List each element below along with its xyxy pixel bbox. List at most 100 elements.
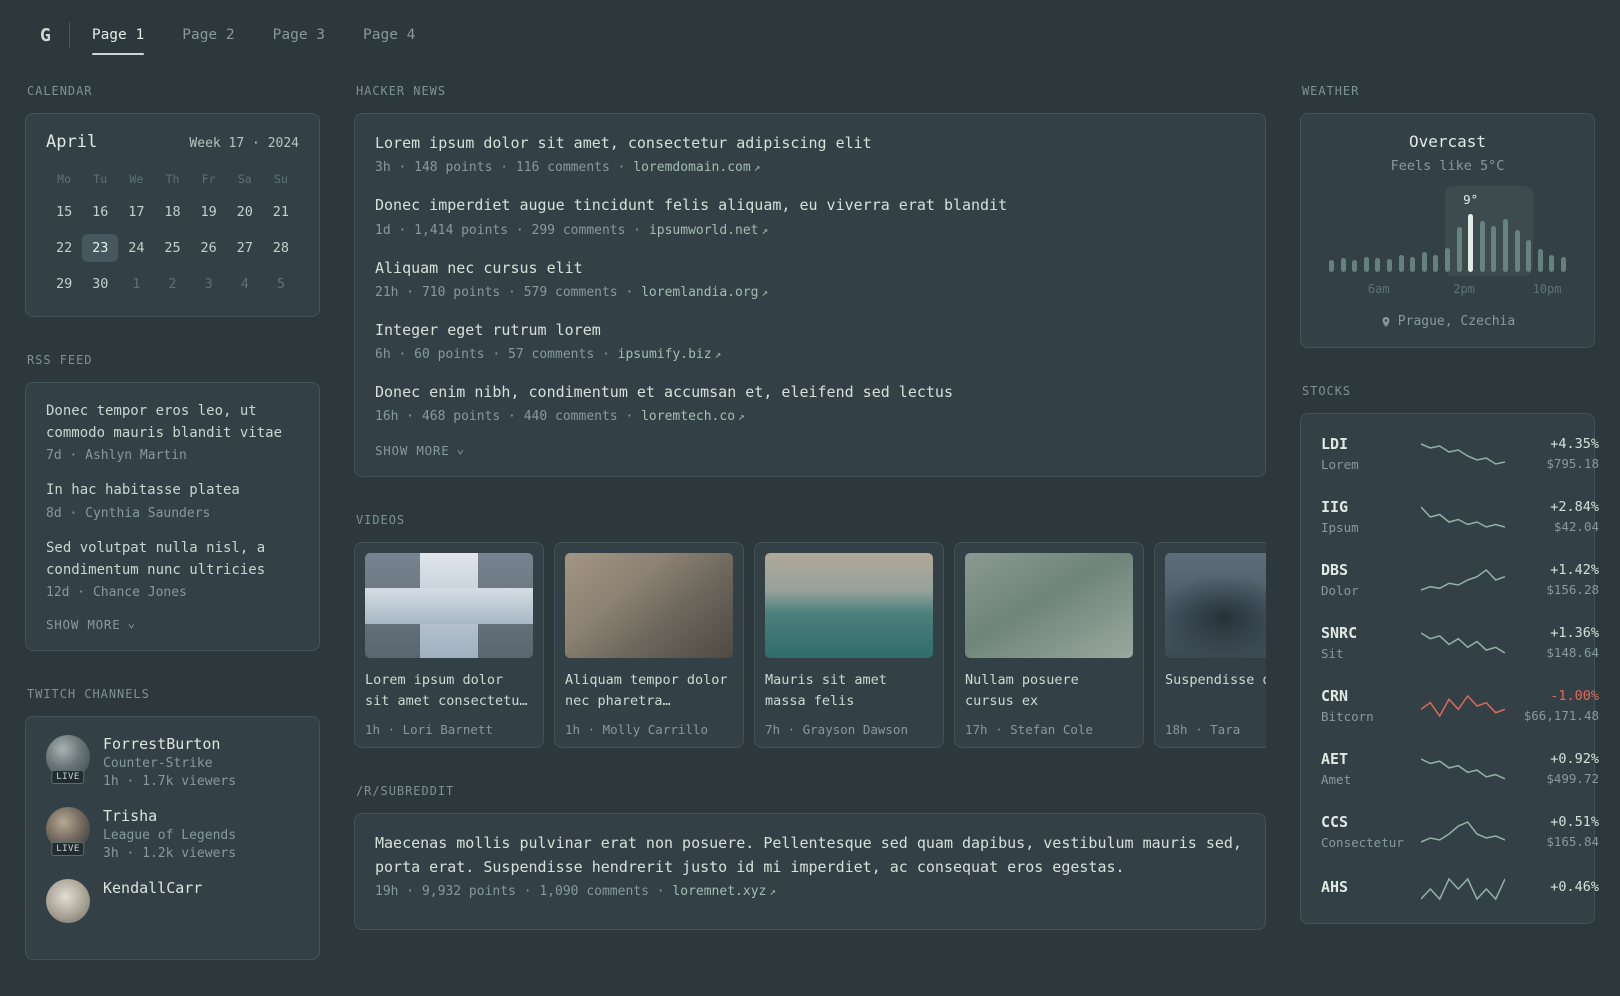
stock-ticker[interactable]: CRN — [1321, 687, 1413, 705]
twitch-channel-row[interactable]: LIVE ForrestBurton Counter-Strike 1h · 1… — [46, 735, 299, 789]
right-column: WEATHER Overcast Feels like 5°C 9° 6am 2… — [1300, 84, 1599, 996]
stock-values: -1.00% $66,171.48 — [1513, 688, 1599, 723]
video-card[interactable]: Suspendisse diam 18h · Tara — [1154, 542, 1266, 749]
stock-price: $156.28 — [1546, 582, 1599, 597]
video-thumbnail[interactable] — [565, 553, 733, 659]
tab-page-2[interactable]: Page 2 — [182, 27, 234, 43]
reddit-domain-link[interactable]: loremnet.xyz — [672, 884, 766, 899]
hacker-news-show-more-button[interactable]: SHOW MORE ⌄ — [375, 443, 1245, 458]
news-title[interactable]: Lorem ipsum dolor sit amet, consectetur … — [375, 132, 1245, 155]
video-thumbnail[interactable] — [765, 553, 933, 659]
weather-card: Overcast Feels like 5°C 9° 6am 2pm 10pm … — [1300, 113, 1595, 348]
stock-info: DBS Dolor — [1321, 561, 1413, 598]
stock-change: +0.92% — [1550, 751, 1599, 767]
stock-row[interactable]: SNRC Sit +1.36% $148.64 — [1319, 611, 1599, 674]
stock-row[interactable]: DBS Dolor +1.42% $156.28 — [1319, 548, 1599, 611]
video-card[interactable]: Lorem ipsum dolor sit amet consectetu… 1… — [354, 542, 544, 749]
twitch-card: LIVE ForrestBurton Counter-Strike 1h · 1… — [25, 716, 320, 961]
app-logo[interactable]: G — [40, 25, 51, 46]
video-card[interactable]: Aliquam tempor dolor nec pharetra… 1h · … — [554, 542, 744, 749]
tab-page-4[interactable]: Page 4 — [363, 27, 415, 43]
video-title[interactable]: Nullam posuere cursus ex — [965, 670, 1133, 712]
stock-ticker[interactable]: LDI — [1321, 435, 1413, 453]
tab-page-1[interactable]: Page 1 — [91, 27, 145, 55]
calendar-dow: Su — [273, 172, 288, 186]
stock-row[interactable]: CRN Bitcorn -1.00% $66,171.48 — [1319, 674, 1599, 737]
stock-values: +2.84% $42.04 — [1513, 499, 1599, 534]
twitch-widget: TWITCH CHANNELS LIVE ForrestBurton Count… — [25, 687, 320, 961]
rss-item: In hac habitasse platea 8d · Cynthia Sau… — [46, 480, 299, 521]
stock-row[interactable]: AHS +0.46% — [1319, 863, 1599, 915]
stock-change: +1.36% — [1550, 625, 1599, 641]
rss-show-more-button[interactable]: SHOW MORE ⌄ — [46, 617, 299, 632]
stock-ticker[interactable]: DBS — [1321, 561, 1413, 579]
news-domain-link[interactable]: loremdomain.com — [633, 160, 750, 175]
twitch-channel-name[interactable]: KendallCarr — [103, 879, 202, 897]
videos-row: Lorem ipsum dolor sit amet consectetu… 1… — [354, 542, 1266, 749]
stock-ticker[interactable]: CCS — [1321, 813, 1413, 831]
twitch-channel-name[interactable]: ForrestBurton — [103, 735, 236, 753]
calendar-day-next-month: 1 — [132, 276, 141, 292]
live-badge: LIVE — [51, 770, 85, 785]
twitch-channel-row[interactable]: LIVE Trisha League of Legends 3h · 1.2k … — [46, 807, 299, 861]
stocks-card: LDI Lorem +4.35% $795.18 IIG Ipsum +2.84… — [1300, 413, 1599, 924]
calendar-day: 19 — [200, 204, 217, 220]
news-meta-text: 3h · 148 points · 116 comments · — [375, 160, 634, 176]
news-title[interactable]: Aliquam nec cursus elit — [375, 257, 1245, 280]
calendar-day: 26 — [200, 240, 217, 256]
news-meta: 16h · 468 points · 440 comments · loremt… — [375, 409, 1245, 424]
stock-row[interactable]: IIG Ipsum +2.84% $42.04 — [1319, 485, 1599, 548]
video-title[interactable]: Suspendisse diam — [1165, 670, 1266, 712]
stock-info: LDI Lorem — [1321, 435, 1413, 472]
chevron-down-icon: ⌄ — [456, 442, 466, 458]
video-thumbnail[interactable] — [365, 553, 533, 659]
video-thumbnail[interactable] — [965, 553, 1133, 659]
stock-ticker[interactable]: SNRC — [1321, 624, 1413, 642]
hacker-news-card: Lorem ipsum dolor sit amet, consectetur … — [354, 113, 1266, 478]
news-domain-link[interactable]: ipsumworld.net — [649, 223, 759, 238]
reddit-meta-text: 19h · 9,932 points · 1,090 comments · — [375, 883, 673, 899]
news-item: Aliquam nec cursus elit 21h · 710 points… — [375, 257, 1245, 300]
news-domain-link[interactable]: ipsumify.biz — [618, 347, 712, 362]
reddit-post-title[interactable]: Maecenas mollis pulvinar erat non posuer… — [375, 832, 1245, 879]
video-card[interactable]: Mauris sit amet massa felis 7h · Grayson… — [754, 542, 944, 749]
twitch-channel-name[interactable]: Trisha — [103, 807, 236, 825]
stock-name: Bitcorn — [1321, 709, 1374, 724]
stock-row[interactable]: AET Amet +0.92% $499.72 — [1319, 737, 1599, 800]
stock-change: +0.46% — [1550, 879, 1599, 895]
video-thumbnail[interactable] — [1165, 553, 1266, 659]
stock-ticker[interactable]: IIG — [1321, 498, 1413, 516]
video-title[interactable]: Lorem ipsum dolor sit amet consectetu… — [365, 670, 533, 712]
stock-info: CRN Bitcorn — [1321, 687, 1413, 724]
video-title[interactable]: Aliquam tempor dolor nec pharetra… — [565, 670, 733, 712]
calendar-dow: Sa — [237, 172, 252, 186]
stock-row[interactable]: LDI Lorem +4.35% $795.18 — [1319, 422, 1599, 485]
news-title[interactable]: Donec imperdiet augue tincidunt felis al… — [375, 194, 1245, 217]
stock-row[interactable]: CCS Consectetur +0.51% $165.84 — [1319, 800, 1599, 863]
external-link-icon: ↗ — [761, 285, 769, 299]
calendar-day-next-month: 2 — [168, 276, 177, 292]
tab-page-3[interactable]: Page 3 — [273, 27, 325, 43]
navbar-divider — [68, 22, 70, 48]
video-card[interactable]: Nullam posuere cursus ex 17h · Stefan Co… — [954, 542, 1144, 749]
stock-sparkline — [1421, 876, 1505, 902]
rss-item: Donec tempor eros leo, ut commodo mauris… — [46, 401, 299, 463]
news-domain-link[interactable]: loremlandia.org — [641, 285, 758, 300]
rss-item-title[interactable]: In hac habitasse platea — [46, 480, 299, 502]
twitch-channel-row[interactable]: KendallCarr — [46, 879, 299, 924]
news-item: Lorem ipsum dolor sit amet, consectetur … — [375, 132, 1245, 175]
stock-ticker[interactable]: AET — [1321, 750, 1413, 768]
stock-change: +4.35% — [1550, 436, 1599, 452]
news-domain-link[interactable]: loremtech.co — [641, 409, 735, 424]
stock-info: AHS — [1321, 878, 1413, 900]
rss-item-title[interactable]: Sed volutpat nulla nisl, a condimentum n… — [46, 538, 299, 581]
news-title[interactable]: Donec enim nibh, condimentum et accumsan… — [375, 381, 1245, 404]
calendar-dow: Tu — [93, 172, 108, 186]
stock-sparkline — [1421, 819, 1505, 845]
video-title[interactable]: Mauris sit amet massa felis — [765, 670, 933, 712]
rss-widget: RSS FEED Donec tempor eros leo, ut commo… — [25, 353, 320, 652]
news-title[interactable]: Integer eget rutrum lorem — [375, 319, 1245, 342]
calendar-card: April Week 17 · 2024 Mo Tu We Th Fr Sa S… — [25, 113, 320, 317]
rss-item-title[interactable]: Donec tempor eros leo, ut commodo mauris… — [46, 401, 299, 444]
stock-ticker[interactable]: AHS — [1321, 878, 1413, 896]
